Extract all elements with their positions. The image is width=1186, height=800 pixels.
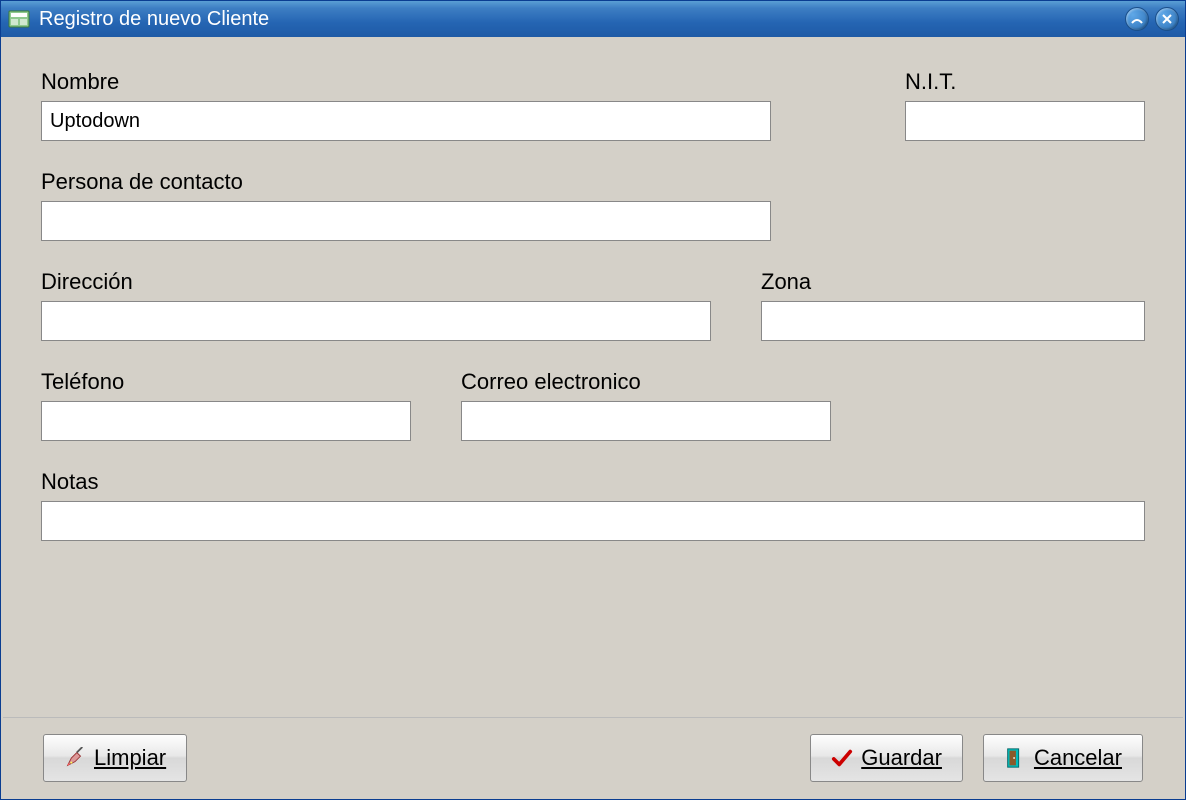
check-icon (831, 747, 853, 769)
field-telefono: Teléfono (41, 369, 411, 441)
dialog-window: Registro de nuevo Cliente Nombre N.I.T. … (0, 0, 1186, 800)
input-direccion[interactable] (41, 301, 711, 341)
cancel-button-label: Cancelar (1034, 745, 1122, 771)
field-notas: Notas (41, 469, 1145, 541)
save-button-label: Guardar (861, 745, 942, 771)
field-nombre: Nombre (41, 69, 855, 141)
input-nombre[interactable] (41, 101, 771, 141)
form-content: Nombre N.I.T. Persona de contacto Direcc… (1, 37, 1185, 717)
label-contacto: Persona de contacto (41, 169, 1145, 195)
input-correo[interactable] (461, 401, 831, 441)
input-notas[interactable] (41, 501, 1145, 541)
input-telefono[interactable] (41, 401, 411, 441)
label-nombre: Nombre (41, 69, 855, 95)
input-zona[interactable] (761, 301, 1145, 341)
label-correo: Correo electronico (461, 369, 831, 395)
input-contacto[interactable] (41, 201, 771, 241)
label-telefono: Teléfono (41, 369, 411, 395)
field-nit: N.I.T. (905, 69, 1145, 141)
label-direccion: Dirección (41, 269, 711, 295)
brush-icon (64, 747, 86, 769)
window-title: Registro de nuevo Cliente (39, 8, 1125, 31)
field-contacto: Persona de contacto (41, 169, 1145, 241)
cancel-button[interactable]: Cancelar (983, 734, 1143, 782)
field-correo: Correo electronico (461, 369, 831, 441)
button-bar: Limpiar Guardar Cancelar (3, 717, 1183, 797)
label-notas: Notas (41, 469, 1145, 495)
label-zona: Zona (761, 269, 1145, 295)
app-icon (7, 7, 31, 31)
minimize-button[interactable] (1125, 7, 1149, 31)
clear-button[interactable]: Limpiar (43, 734, 187, 782)
field-direccion: Dirección (41, 269, 711, 341)
close-button[interactable] (1155, 7, 1179, 31)
exit-door-icon (1004, 747, 1026, 769)
clear-button-label: Limpiar (94, 745, 166, 771)
save-button[interactable]: Guardar (810, 734, 963, 782)
field-zona: Zona (761, 269, 1145, 341)
window-controls (1125, 7, 1179, 31)
label-nit: N.I.T. (905, 69, 1145, 95)
input-nit[interactable] (905, 101, 1145, 141)
titlebar: Registro de nuevo Cliente (1, 1, 1185, 37)
